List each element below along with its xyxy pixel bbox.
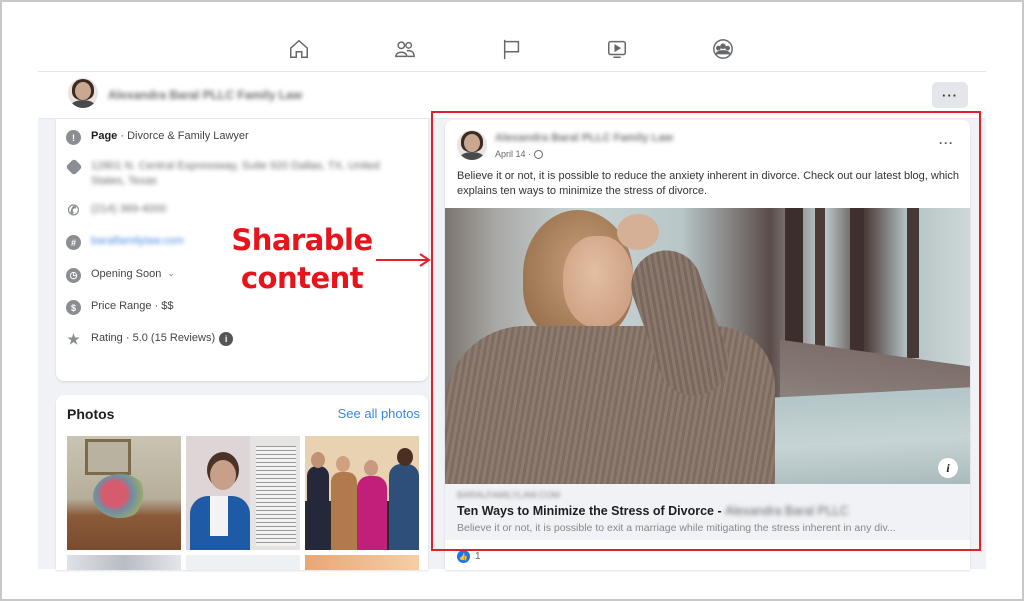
price-text: Price Range · $$	[91, 300, 174, 312]
rating-info-icon[interactable]: i	[219, 332, 234, 346]
page-name[interactable]: Alexandra Baral PLLC Family Law	[108, 88, 302, 102]
info-row-address: 12801 N. Central Expressway, Suite 920 D…	[65, 158, 386, 189]
photos-title: Photos	[67, 406, 115, 422]
info-row-phone: ✆ (214) 369-4000	[66, 202, 167, 218]
info-icon: !	[66, 130, 81, 145]
website-link[interactable]: baralfamilylaw.com	[91, 235, 184, 247]
category-label: Page	[91, 130, 118, 142]
like-icon: 👍	[457, 550, 470, 563]
rating-text[interactable]: Rating · 5.0 (15 Reviews)	[91, 332, 215, 344]
info-row-price: $ Price Range · $$	[66, 300, 174, 315]
see-all-photos-link[interactable]: See all photos	[338, 406, 420, 421]
directions-icon	[65, 158, 83, 176]
reaction-count: 1	[475, 551, 481, 562]
star-icon: ★	[67, 331, 80, 347]
info-row-hours: ◷ Opening Soon ⌄	[66, 268, 175, 283]
highlight-box	[431, 111, 981, 551]
info-row-website: # baralfamilylaw.com	[66, 235, 184, 250]
phone-text[interactable]: (214) 369-4000	[91, 203, 166, 215]
hours-text[interactable]: Opening Soon	[91, 268, 161, 280]
reactions-summary[interactable]: 👍 1	[457, 550, 481, 563]
website-icon: #	[66, 235, 81, 250]
friends-icon[interactable]	[394, 38, 416, 60]
home-icon[interactable]	[288, 38, 310, 60]
info-row-rating: ★ Rating · 5.0 (15 Reviews) i	[66, 331, 234, 347]
photo-thumbnail[interactable]	[67, 555, 181, 570]
annotation-line-2: content	[240, 261, 364, 295]
photo-thumbnail[interactable]	[186, 555, 300, 570]
photo-thumbnail[interactable]	[305, 436, 419, 550]
video-icon[interactable]	[606, 38, 628, 60]
more-options-button[interactable]: ···	[932, 82, 968, 108]
photo-thumbnail[interactable]	[305, 555, 419, 570]
info-row-category: ! Page · Divorce & Family Lawyer	[66, 130, 249, 145]
annotation-line-1: Sharable	[231, 223, 373, 257]
photo-thumbnail[interactable]	[186, 436, 300, 550]
chevron-down-icon[interactable]: ⌄	[167, 268, 175, 279]
clock-icon: ◷	[66, 268, 81, 283]
address-text[interactable]: 12801 N. Central Expressway, Suite 920 D…	[91, 159, 386, 189]
annotation-arrow-icon	[376, 253, 431, 267]
groups-icon[interactable]	[712, 38, 734, 60]
photos-card: Photos See all photos	[56, 395, 428, 570]
photo-thumbnail[interactable]	[67, 436, 181, 550]
page-avatar[interactable]	[68, 78, 98, 108]
phone-icon: ✆	[67, 202, 80, 218]
price-icon: $	[66, 300, 81, 315]
flag-icon[interactable]	[501, 38, 523, 60]
annotation-label: Sharable content	[222, 221, 382, 297]
category-value: · Divorce & Family Lawyer	[117, 130, 249, 142]
top-navigation	[38, 28, 986, 72]
